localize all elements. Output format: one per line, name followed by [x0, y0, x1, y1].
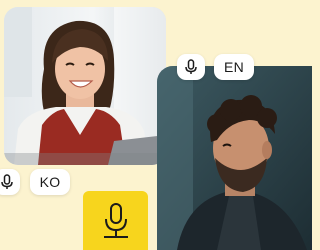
language-label-ko: KO	[39, 174, 61, 190]
language-label-en: EN	[223, 59, 245, 75]
microphone-button[interactable]	[83, 191, 148, 250]
participant-photo-right	[157, 66, 312, 250]
microphone-icon	[1, 174, 13, 189]
mic-chip-ko[interactable]	[0, 169, 20, 195]
microphone-icon	[103, 202, 128, 238]
language-chip-en[interactable]: EN	[214, 54, 254, 80]
mic-chip-en[interactable]	[177, 54, 205, 80]
microphone-icon	[185, 59, 197, 74]
video-tile-left	[4, 7, 166, 165]
video-tile-right	[157, 66, 312, 250]
language-chip-ko[interactable]: KO	[30, 169, 70, 195]
participant-photo-left	[4, 7, 166, 165]
